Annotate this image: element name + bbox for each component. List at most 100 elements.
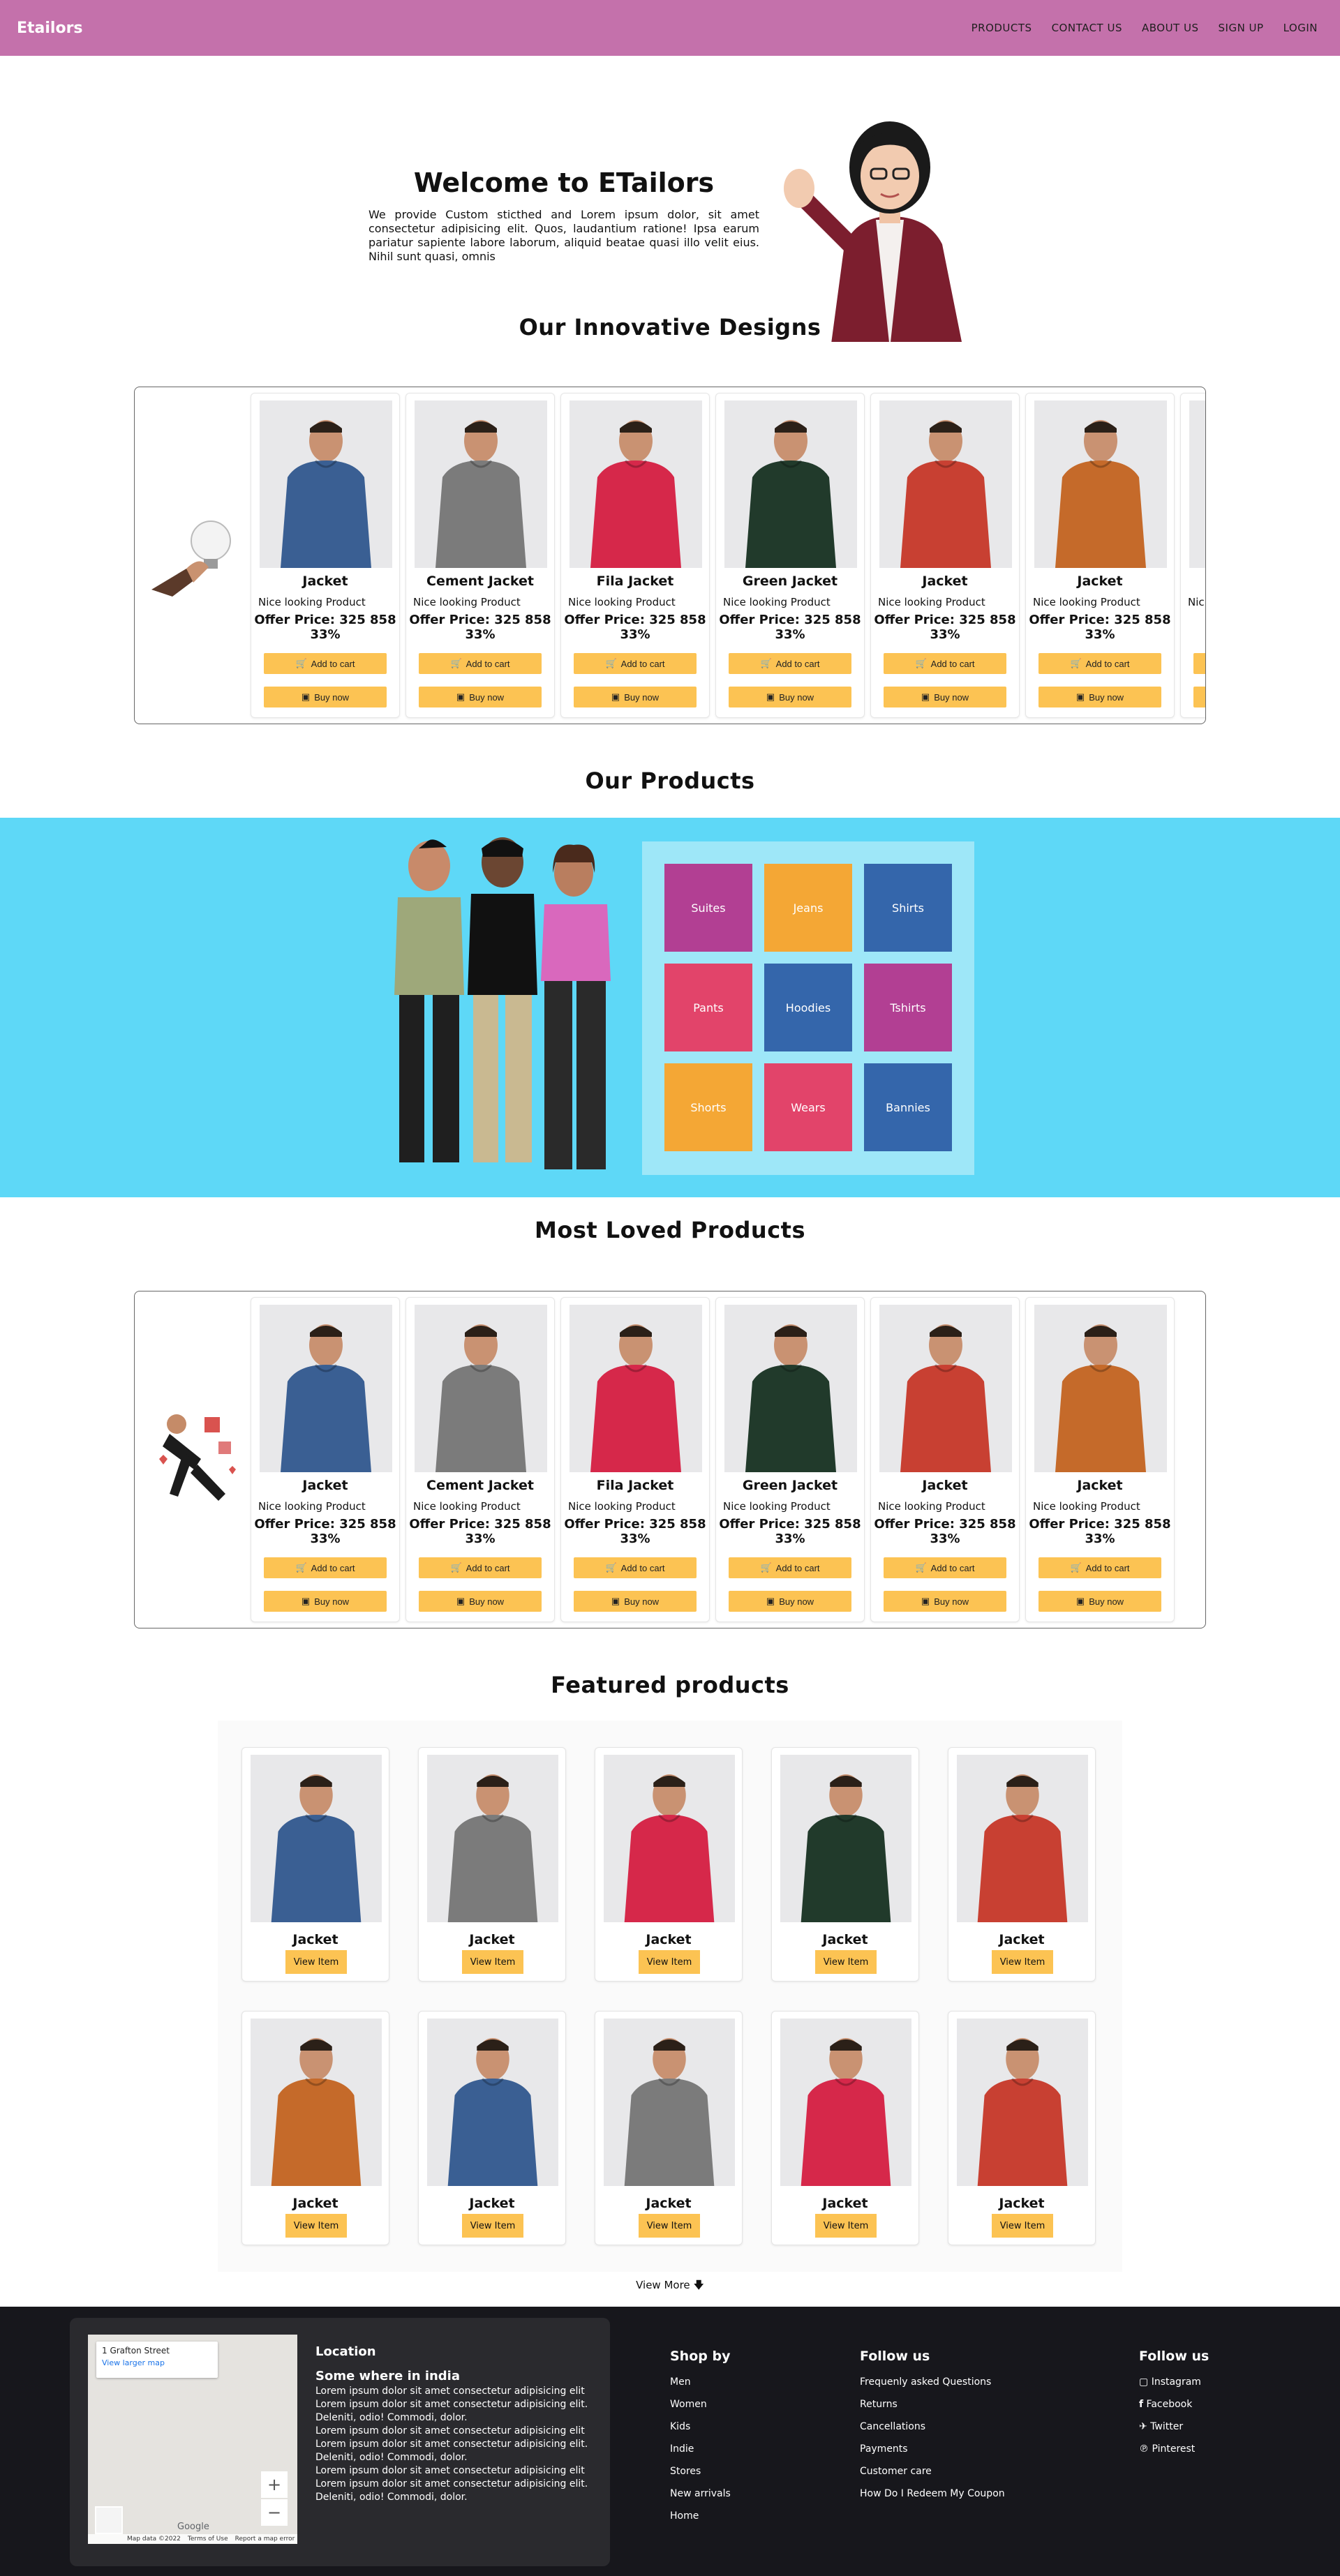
buy-now-button[interactable]: ▣Buy now (884, 1591, 1006, 1612)
product-image[interactable] (604, 2019, 735, 2186)
product-image[interactable] (260, 400, 392, 568)
add-to-cart-button[interactable]: 🛒Add to cart (729, 653, 851, 674)
innovative-product-card[interactable]: Green Jacket Nice looking Product Offer Pr… (715, 393, 865, 718)
innovative-product-card[interactable]: Cement Jacket Nice looking Product Offer P… (405, 393, 555, 718)
footer-link-new-arrivals[interactable]: New arrivals (670, 2483, 731, 2505)
loved-product-card[interactable]: Jacket Nice looking Product Offer Price: 3… (251, 1297, 400, 1622)
footer-link-men[interactable]: Men (670, 2371, 731, 2393)
buy-now-button[interactable]: ▣Buy now (884, 687, 1006, 707)
category-tile-jeans[interactable]: Jeans (764, 864, 852, 952)
loved-product-card[interactable]: Green Jacket Nice looking Product Offer Pr… (715, 1297, 865, 1622)
product-image[interactable] (604, 1755, 735, 1922)
featured-product-card[interactable]: Jacket View Item (241, 2011, 389, 2245)
innovative-product-card[interactable]: Fila Jacket Nice looking Product Offer Pri… (560, 393, 710, 718)
add-to-cart-button[interactable]: 🛒Add to cart (1038, 653, 1161, 674)
featured-product-card[interactable]: Jacket View Item (595, 2011, 743, 2245)
product-image[interactable] (251, 1755, 382, 1922)
buy-now-button[interactable]: ▣Buy now (419, 687, 542, 707)
nav-link-contact[interactable]: CONTACT US (1052, 22, 1122, 34)
category-tile-shorts[interactable]: Shorts (664, 1063, 752, 1151)
map-terms-link[interactable]: Terms of Use (188, 2536, 228, 2543)
view-item-button[interactable]: View Item (462, 1950, 523, 1974)
loved-product-card[interactable]: Jacket Nice looking Product Offer Price: 3… (1025, 1297, 1175, 1622)
product-image[interactable] (415, 1305, 547, 1472)
loved-carousel[interactable]: Jacket Nice looking Product Offer Price: 3… (134, 1291, 1206, 1628)
view-more-button[interactable]: View More 🡇 (0, 2278, 1340, 2296)
innovative-product-card[interactable]: Jacket Nice looking Product Offer Price: 3… (1025, 393, 1175, 718)
footer-link-home[interactable]: Home (670, 2505, 731, 2527)
add-to-cart-button[interactable]: 🛒Add to cart (264, 653, 387, 674)
loved-product-card[interactable]: Cement Jacket Nice looking Product Offer P… (405, 1297, 555, 1622)
product-image[interactable] (427, 1755, 558, 1922)
view-larger-map-link[interactable]: View larger map (102, 2358, 212, 2367)
footer-link-stores[interactable]: Stores (670, 2460, 731, 2483)
footer-link-faq[interactable]: Frequenly asked Questions (860, 2371, 1005, 2393)
featured-product-card[interactable]: Jacket View Item (771, 2011, 919, 2245)
social-link-pinterest[interactable]: ℗ Pinterest (1139, 2438, 1209, 2460)
product-image[interactable] (1034, 400, 1167, 568)
product-image[interactable] (780, 2019, 911, 2186)
innovative-carousel[interactable]: Jacket Nice looking Product Offer Price: 3… (134, 387, 1206, 724)
buy-now-button[interactable]: ▣Buy now (574, 687, 697, 707)
view-item-button[interactable]: View Item (285, 2214, 347, 2238)
featured-product-card[interactable]: Jacket View Item (595, 1747, 743, 1982)
product-image[interactable] (251, 2019, 382, 2186)
footer-link-payments[interactable]: Payments (860, 2438, 1005, 2460)
featured-product-card[interactable]: Jacket View Item (771, 1747, 919, 1982)
innovative-product-card[interactable]: Jac Nic Of 🛒Add to cart ▣Buy now (1180, 393, 1205, 718)
category-tile-bannies[interactable]: Bannies (864, 1063, 952, 1151)
featured-product-card[interactable]: Jacket View Item (418, 2011, 566, 2245)
product-image[interactable] (957, 1755, 1088, 1922)
nav-link-signup[interactable]: SIGN UP (1219, 22, 1264, 34)
category-tile-tshirts[interactable]: Tshirts (864, 964, 952, 1051)
category-tile-shirts[interactable]: Shirts (864, 864, 952, 952)
category-tile-pants[interactable]: Pants (664, 964, 752, 1051)
view-item-button[interactable]: View Item (992, 1950, 1053, 1974)
view-item-button[interactable]: View Item (992, 2214, 1053, 2238)
product-image[interactable] (879, 400, 1012, 568)
embedded-map[interactable]: 1 Grafton Street View larger map + − Goo… (88, 2335, 297, 2544)
footer-link-cancellations[interactable]: Cancellations (860, 2416, 1005, 2438)
add-to-cart-button[interactable]: 🛒Add to cart (419, 653, 542, 674)
view-item-button[interactable]: View Item (639, 1950, 700, 1974)
add-to-cart-button[interactable]: 🛒Add to cart (574, 1557, 697, 1578)
innovative-product-card[interactable]: Jacket Nice looking Product Offer Price: 3… (870, 393, 1020, 718)
view-item-button[interactable]: View Item (815, 1950, 877, 1974)
product-image[interactable] (570, 400, 702, 568)
map-thumbnail[interactable] (95, 2506, 123, 2534)
add-to-cart-button[interactable]: 🛒Add to cart (1038, 1557, 1161, 1578)
zoom-in-button[interactable]: + (261, 2471, 288, 2498)
zoom-out-button[interactable]: − (261, 2499, 288, 2526)
product-image[interactable] (1189, 400, 1205, 568)
buy-now-button[interactable]: ▣Buy now (264, 1591, 387, 1612)
footer-link-redeem-coupon[interactable]: How Do I Redeem My Coupon (860, 2483, 1005, 2505)
buy-now-button[interactable]: ▣Buy now (1038, 1591, 1161, 1612)
add-to-cart-button[interactable]: 🛒Add to cart (884, 653, 1006, 674)
footer-link-women[interactable]: Women (670, 2393, 731, 2416)
product-image[interactable] (260, 1305, 392, 1472)
buy-now-button[interactable]: ▣Buy now (729, 687, 851, 707)
add-to-cart-button[interactable]: 🛒Add to cart (419, 1557, 542, 1578)
footer-link-indie[interactable]: Indie (670, 2438, 731, 2460)
nav-link-products[interactable]: PRODUCTS (972, 22, 1032, 34)
featured-product-card[interactable]: Jacket View Item (948, 1747, 1096, 1982)
product-image[interactable] (724, 1305, 857, 1472)
view-item-button[interactable]: View Item (815, 2214, 877, 2238)
buy-now-button[interactable]: ▣Buy now (729, 1591, 851, 1612)
category-tile-wears[interactable]: Wears (764, 1063, 852, 1151)
view-item-button[interactable]: View Item (285, 1950, 347, 1974)
category-tile-hoodies[interactable]: Hoodies (764, 964, 852, 1051)
buy-now-button[interactable]: ▣Buy now (419, 1591, 542, 1612)
add-to-cart-button[interactable]: 🛒Add to cart (574, 653, 697, 674)
brand-logo[interactable]: Etailors (17, 20, 83, 37)
nav-link-about[interactable]: ABOUT US (1142, 22, 1199, 34)
product-image[interactable] (427, 2019, 558, 2186)
map-report-link[interactable]: Report a map error (235, 2536, 295, 2543)
view-item-button[interactable]: View Item (639, 2214, 700, 2238)
social-link-twitter[interactable]: ✈ Twitter (1139, 2416, 1209, 2438)
featured-product-card[interactable]: Jacket View Item (948, 2011, 1096, 2245)
buy-now-button[interactable]: ▣Buy now (1193, 687, 1205, 707)
add-to-cart-button[interactable]: 🛒Add to cart (729, 1557, 851, 1578)
loved-product-card[interactable]: Jacket Nice looking Product Offer Price: 3… (870, 1297, 1020, 1622)
buy-now-button[interactable]: ▣Buy now (1038, 687, 1161, 707)
